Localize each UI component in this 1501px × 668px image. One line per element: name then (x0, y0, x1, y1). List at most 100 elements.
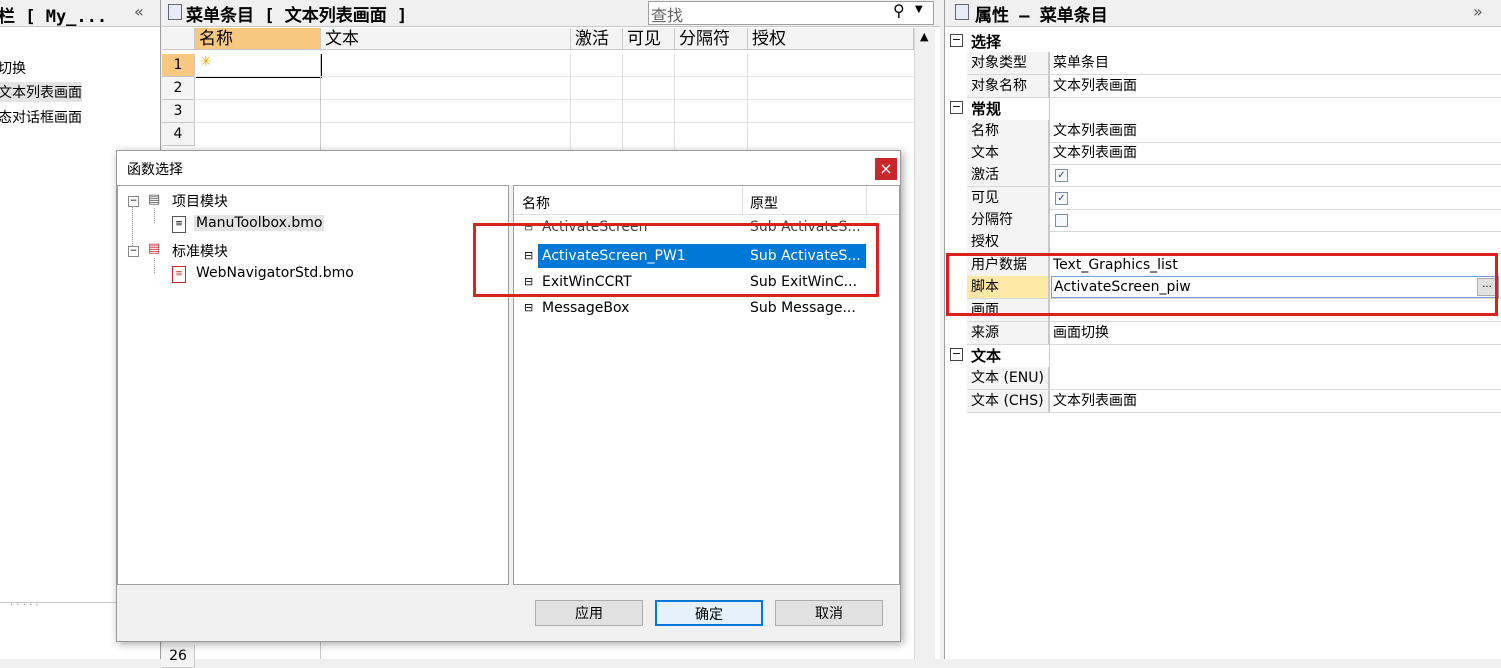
left-list-item[interactable]: 文本列表画面 (0, 82, 82, 102)
search-input[interactable]: 查找 ⚲ ▼ (648, 1, 934, 25)
property-name: 授权 (967, 231, 1049, 253)
corner-cell (162, 28, 195, 50)
file-icon: ≡ (172, 266, 186, 283)
property-value: 文本列表画面 (1053, 78, 1137, 94)
properties-icon (955, 4, 969, 20)
left-panel-title: 栏 [ My_... (0, 7, 108, 27)
property-row[interactable]: 可见 ✓ (967, 187, 1501, 210)
row-number[interactable]: 2 (162, 77, 195, 100)
collapse-section-icon[interactable]: − (950, 34, 963, 47)
property-row[interactable]: 对象类型 菜单条目 (967, 52, 1501, 75)
column-header-authorization[interactable]: 授权 (748, 28, 914, 50)
editor-title: 菜单条目 [ 文本列表画面 ] (186, 6, 408, 26)
tree-node-standard-modules[interactable]: 标准模块 (172, 241, 228, 261)
vertical-scrollbar[interactable]: ▲ (914, 28, 935, 659)
properties-title: 属性 – 菜单条目 (975, 6, 1108, 26)
list-item[interactable]: ⊟ MessageBox Sub Message... (520, 296, 866, 320)
left-panel-header: 栏 [ My_... « (0, 0, 160, 27)
function-prototype: Sub Message... (750, 300, 856, 316)
properties-panel: 属性 – 菜单条目 » − 选择 对象类型 菜单条目 对象名称 文本列表画面 −… (944, 0, 1501, 659)
module-tree: − ▤ 项目模块 ≡ ManuToolbox.bmo − ▤ 标准模块 ≡ We… (117, 185, 509, 585)
property-name: 对象名称 (967, 75, 1049, 97)
grid-line (194, 99, 914, 100)
new-item-icon: ✳ (200, 54, 212, 70)
menu-icon (168, 4, 182, 20)
column-header-active[interactable]: 激活 (571, 28, 623, 50)
property-row[interactable]: 文本 (CHS) 文本列表画面 (967, 390, 1501, 413)
highlight-box-function (473, 223, 879, 297)
column-header-text[interactable]: 文本 (321, 28, 571, 50)
row-number[interactable]: 26 (162, 645, 195, 668)
property-name: 文本 (ENU) (967, 367, 1049, 389)
visible-checkbox[interactable]: ✓ (1055, 192, 1068, 205)
chevron-up-icon[interactable]: ▲ (920, 30, 928, 43)
column-header-name[interactable]: 名称 (195, 28, 321, 50)
tree-node-project-modules[interactable]: 项目模块 (172, 191, 228, 211)
collapse-section-icon[interactable]: − (950, 101, 963, 114)
expand-icon[interactable]: » (1473, 2, 1483, 21)
chevron-down-icon[interactable]: ▼ (915, 4, 923, 15)
property-value[interactable]: 文本列表画面 (1053, 142, 1137, 164)
property-row[interactable]: 文本 (ENU) (967, 367, 1501, 390)
left-list-item[interactable]: 切换 (0, 58, 26, 78)
section-select[interactable]: − 选择 (945, 30, 1501, 52)
function-select-dialog: 函数选择 × − ▤ 项目模块 ≡ ManuToolbox.bmo − ▤ 标准… (116, 150, 901, 642)
column-header-separator[interactable]: 分隔符 (675, 28, 748, 50)
property-value: 菜单条目 (1053, 55, 1109, 71)
close-button[interactable]: × (875, 158, 897, 180)
table-cell-name[interactable]: ✳ (196, 54, 320, 78)
collapse-section-icon[interactable]: − (950, 348, 963, 361)
column-divider (622, 54, 623, 150)
section-general[interactable]: − 常规 (945, 97, 1501, 119)
row-number[interactable]: 4 (162, 123, 195, 146)
property-row[interactable]: 对象名称 文本列表画面 (967, 75, 1501, 98)
section-label: 常规 (971, 100, 1002, 118)
module-folder-icon: ▤ (148, 192, 161, 207)
column-divider (674, 54, 675, 150)
row-number[interactable]: 3 (162, 100, 195, 123)
search-icon[interactable]: ⚲ (893, 1, 905, 20)
function-icon: ⊟ (524, 301, 534, 314)
property-name: 激活 (967, 164, 1049, 186)
property-value[interactable]: 文本列表画面 (1053, 390, 1137, 412)
list-header: 名称 原型 (514, 186, 899, 215)
section-label: 文本 (971, 347, 1002, 365)
tree-node-file[interactable]: ManuToolbox.bmo (194, 215, 325, 231)
ok-button[interactable]: 确定 (655, 600, 763, 626)
header-divider (742, 186, 743, 214)
property-row[interactable]: 激活 ✓ (967, 164, 1501, 187)
property-row[interactable]: 授权 (967, 231, 1501, 254)
property-name: 来源 (967, 322, 1049, 344)
list-header-prototype[interactable]: 原型 (750, 193, 778, 213)
property-name: 可见 (967, 187, 1049, 209)
column-divider (1049, 52, 1050, 412)
module-folder-icon: ▤ (148, 241, 161, 256)
left-list-item[interactable]: 态对话框画面 (0, 107, 82, 127)
row-number[interactable]: 1 (162, 54, 195, 77)
grid-line (194, 76, 914, 77)
separator-checkbox[interactable] (1055, 214, 1068, 227)
dialog-title: 函数选择 (127, 162, 183, 178)
collapse-node-icon[interactable]: − (128, 246, 139, 257)
active-checkbox[interactable]: ✓ (1055, 169, 1068, 182)
column-header-visible[interactable]: 可见 (623, 28, 675, 50)
apply-button[interactable]: 应用 (535, 600, 643, 626)
tree-line (154, 258, 156, 273)
property-row[interactable]: 分隔符 (967, 209, 1501, 232)
collapse-icon[interactable]: « (134, 2, 144, 21)
section-text[interactable]: − 文本 (945, 344, 1501, 366)
property-value[interactable]: 文本列表画面 (1053, 120, 1137, 142)
grid-line (194, 122, 914, 123)
property-row[interactable]: 名称 文本列表画面 (967, 120, 1501, 143)
cancel-button[interactable]: 取消 (775, 600, 883, 626)
highlight-box-script (946, 253, 1498, 316)
list-header-name[interactable]: 名称 (522, 193, 550, 213)
property-name: 文本 (967, 142, 1049, 164)
tree-node-file[interactable]: WebNavigatorStd.bmo (196, 265, 354, 281)
property-row[interactable]: 来源 画面切换 (967, 322, 1501, 345)
property-name: 对象类型 (967, 52, 1049, 74)
properties-header: 属性 – 菜单条目 » (945, 0, 1501, 27)
property-row[interactable]: 文本 文本列表画面 (967, 142, 1501, 165)
property-value[interactable]: 画面切换 (1053, 322, 1109, 344)
tree-line (154, 208, 156, 223)
